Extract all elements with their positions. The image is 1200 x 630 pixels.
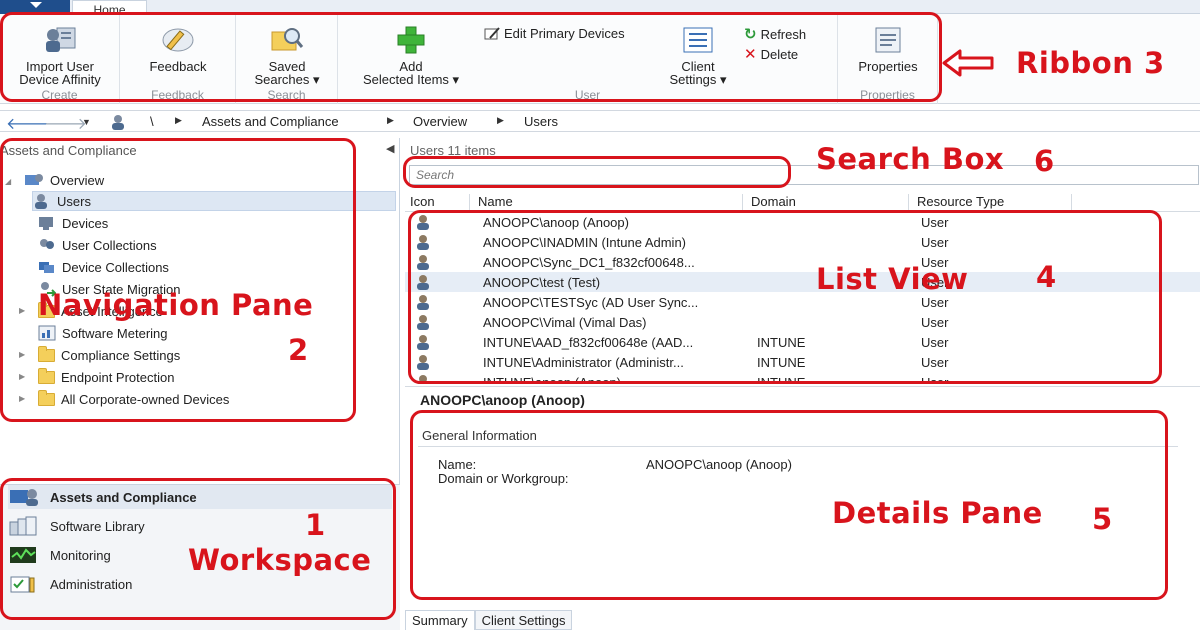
details-divider <box>405 386 1200 387</box>
list-item-type: User <box>921 335 949 350</box>
list-item[interactable]: ANOOPC\INADMIN (Intune Admin) User <box>405 232 1200 252</box>
workspace-software-library[interactable]: Software Library <box>8 514 392 538</box>
list-item-name: ANOOPC\INADMIN (Intune Admin) <box>483 235 686 250</box>
list-item[interactable]: ANOOPC\Vimal (Vimal Das) User <box>405 312 1200 332</box>
list-item-name: INTUNE\anoop (Anoop) <box>483 375 622 384</box>
list-item-name: INTUNE\Administrator (Administr... <box>483 355 684 370</box>
list-item-type: User <box>921 235 949 250</box>
list-item-name: INTUNE\AAD_f832cf00648e (AAD... <box>483 335 694 350</box>
list-item-type: User <box>921 375 949 384</box>
annotation-workspace: Workspace <box>188 543 372 577</box>
list-item-type: User <box>921 295 949 310</box>
list-item-name: ANOOPC\TESTSyc (AD User Sync... <box>483 295 699 310</box>
user-icon <box>417 275 429 290</box>
workspace-label: Monitoring <box>50 547 111 563</box>
annotation-search-number: 6 <box>1034 144 1055 178</box>
annotation-arrow-icon <box>942 49 994 77</box>
list-item-type: User <box>921 355 949 370</box>
user-icon <box>417 255 429 270</box>
annotation-workspace-number: 1 <box>305 508 326 542</box>
workspace-label: Assets and Compliance <box>50 489 197 505</box>
tree-item-label: All Corporate-owned Devices <box>61 391 230 407</box>
details-title: ANOOPC\anoop (Anoop) <box>420 392 585 408</box>
annotation-list-number: 4 <box>1036 260 1057 294</box>
user-icon <box>417 355 429 370</box>
software-library-icon <box>9 516 37 536</box>
workspace-assets-and-compliance[interactable]: Assets and Compliance <box>8 485 392 509</box>
list-item[interactable]: ANOOPC\Sync_DC1_f832cf00648... User <box>405 252 1200 272</box>
monitoring-icon <box>10 547 36 563</box>
user-icon <box>417 235 429 250</box>
user-icon <box>417 335 429 350</box>
folder-icon <box>38 389 55 406</box>
details-tabs: Summary Client Settings <box>405 610 573 630</box>
list-item[interactable]: ANOOPC\TESTSyc (AD User Sync... User <box>405 292 1200 312</box>
detail-name-label: Name: <box>438 457 477 472</box>
list-item-name: ANOOPC\Sync_DC1_f832cf00648... <box>483 255 695 270</box>
list-item-name: ANOOPC\anoop (Anoop) <box>483 215 629 230</box>
user-icon <box>417 375 429 384</box>
annotation-ribbon: Ribbon 3 <box>1016 46 1165 80</box>
detail-name-value: ANOOPC\anoop (Anoop) <box>646 457 792 472</box>
annotation-navigation-number: 2 <box>288 333 309 367</box>
assets-compliance-icon <box>10 489 38 506</box>
user-icon <box>417 295 429 310</box>
list-item[interactable]: INTUNE\AAD_f832cf00648e (AAD... INTUNE Use… <box>405 332 1200 352</box>
list-item-name: ANOOPC\test (Test) <box>483 275 601 290</box>
general-information-label: General Information <box>422 428 537 443</box>
list-item-name: ANOOPC\Vimal (Vimal Das) <box>483 315 647 330</box>
annotation-navigation-pane: Navigation Pane <box>38 288 314 322</box>
workspace-label: Software Library <box>50 518 145 534</box>
list-item-type: User <box>921 215 949 230</box>
workspace-label: Administration <box>50 576 133 592</box>
list-item[interactable]: INTUNE\Administrator (Administr... INTUNE… <box>405 352 1200 372</box>
tab-summary[interactable]: Summary <box>405 610 475 630</box>
annotation-details-number: 5 <box>1092 502 1113 536</box>
tree-item-all-corporate-owned-devices[interactable]: All Corporate-owned Devices <box>38 389 229 409</box>
tab-client-settings[interactable]: Client Settings <box>474 610 573 630</box>
list-item[interactable]: INTUNE\anoop (Anoop) INTUNE User <box>405 372 1200 384</box>
list-item-domain: INTUNE <box>757 355 806 370</box>
list-item[interactable]: ANOOPC\anoop (Anoop) User <box>405 212 1200 232</box>
list-item[interactable]: ANOOPC\test (Test) User <box>405 272 1200 292</box>
user-icon <box>417 215 429 230</box>
detail-domain-label: Domain or Workgroup: <box>438 471 569 486</box>
annotation-details-pane: Details Pane <box>832 496 1043 530</box>
tree-collapsed-icon[interactable]: ▶ <box>19 394 25 403</box>
administration-icon <box>10 576 35 593</box>
annotation-search-box: Search Box <box>816 142 1005 176</box>
user-icon <box>417 315 429 330</box>
annotation-list-view: List View <box>816 262 969 296</box>
list-item-type: User <box>921 315 949 330</box>
list-item-domain: INTUNE <box>757 335 806 350</box>
list-item-domain: INTUNE <box>757 375 806 384</box>
general-information-divider <box>418 446 1178 447</box>
